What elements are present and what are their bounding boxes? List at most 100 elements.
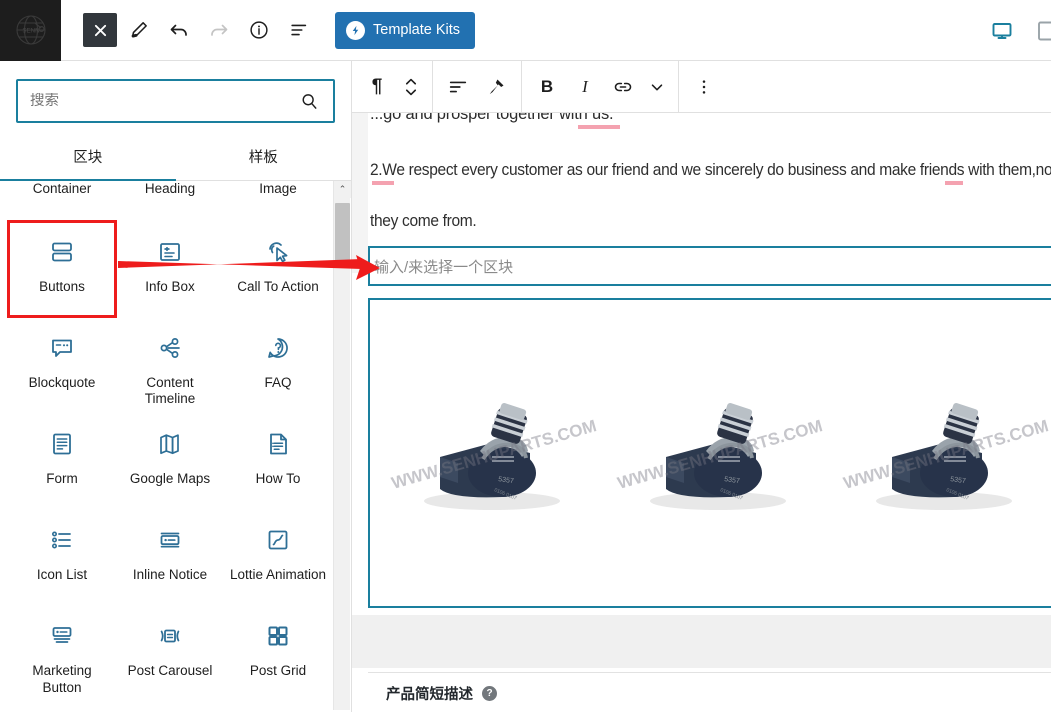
block-item-faq[interactable]: FAQ: [224, 317, 332, 413]
move-up-down-icon: [405, 78, 417, 95]
lightning-bolt-icon: [346, 20, 365, 40]
block-item-post-carousel[interactable]: Post Carousel: [116, 605, 224, 701]
link-icon: [614, 82, 632, 91]
redo-button[interactable]: [201, 12, 237, 48]
image-gallery-block[interactable]: 5357 0106 0107 WWW.SENHUPARTS.COM 5357 0…: [368, 298, 1051, 608]
device-desktop-button[interactable]: [989, 18, 1015, 44]
tpms-sensor-illustration: 5357 0106 0107: [423, 403, 560, 510]
inserter-tabs: 区块 样板: [0, 135, 351, 181]
redo-arrow-icon: [211, 24, 228, 36]
document-outline-icon: [291, 24, 307, 36]
site-logo[interactable]: SENN: [0, 0, 61, 61]
toolbar-group-align: [433, 61, 522, 113]
meta-separator: [352, 615, 1051, 668]
tab-blocks[interactable]: 区块: [0, 135, 176, 181]
paragraph-block-type-button[interactable]: ¶: [358, 68, 396, 106]
block-format-toolbar: ¶ B I: [352, 61, 1051, 113]
toolbar-group-options: [679, 61, 729, 113]
details-button[interactable]: [241, 12, 277, 48]
tab-patterns[interactable]: 样板: [176, 135, 352, 180]
block-label: FAQ: [264, 375, 292, 390]
block-label: Google Maps: [129, 471, 211, 487]
inserter-scrollbar[interactable]: ⌃: [333, 181, 351, 710]
block-item-content-timeline[interactable]: Content Timeline: [116, 317, 224, 413]
list-view-button[interactable]: [281, 12, 317, 48]
scroll-up-arrow-icon[interactable]: ⌃: [334, 181, 351, 198]
faq-icon: [265, 327, 291, 369]
block-item-google-maps[interactable]: Google Maps: [116, 413, 224, 509]
form-icon: [49, 423, 75, 465]
bold-label: B: [540, 76, 554, 96]
block-item-call-to-action[interactable]: Call To Action: [224, 221, 332, 317]
block-label: Heading: [144, 181, 196, 196]
block-item-image[interactable]: Image: [224, 181, 332, 221]
block-item-icon-list[interactable]: Icon List: [8, 509, 116, 605]
post-carousel-icon: [157, 615, 183, 657]
more-formats-button[interactable]: [642, 68, 672, 106]
block-placeholder-text: 输入/来选择一个区块: [374, 258, 514, 276]
block-label: Image: [259, 181, 297, 196]
block-item-container[interactable]: Container: [8, 181, 116, 221]
block-item-heading[interactable]: Heading: [116, 181, 224, 221]
lottie-animation-icon: [265, 519, 291, 561]
toolbar-group-block-type: ¶: [352, 61, 433, 113]
app-root: SENN Template Kits 搜索 区块 样板 Container He…: [0, 0, 1051, 712]
product-image[interactable]: 5357 0106 0107 WWW.SENHUPARTS.COM: [380, 373, 598, 533]
blockquote-icon: [49, 327, 75, 369]
marketing-button-icon: [49, 615, 75, 657]
block-item-buttons[interactable]: Buttons: [7, 220, 117, 318]
info-circle-icon: [250, 21, 268, 39]
undo-button[interactable]: [161, 12, 197, 48]
pencil-icon: [131, 22, 147, 38]
paragraph-2[interactable]: 2.We respect every customer as our frien…: [370, 160, 1051, 180]
paragraph-2-continuation[interactable]: they come from.: [370, 211, 477, 231]
block-placeholder-field[interactable]: 输入/来选择一个区块: [368, 246, 1051, 286]
block-item-how-to[interactable]: How To: [224, 413, 332, 509]
top-toolbar: SENN Template Kits: [0, 0, 1051, 61]
block-label: Post Carousel: [127, 663, 213, 679]
meta-box-short-description[interactable]: 产品简短描述 ?: [368, 672, 1051, 712]
block-label: Post Grid: [249, 663, 307, 679]
how-to-icon: [265, 423, 291, 465]
edit-mode-button[interactable]: [121, 12, 157, 48]
block-label: Blockquote: [28, 375, 96, 390]
search-icon: [300, 92, 333, 111]
search-input[interactable]: [18, 93, 300, 109]
spellcheck-underline: [945, 181, 963, 185]
close-inserter-button[interactable]: [83, 13, 117, 47]
product-image[interactable]: 5357 0106 0107 WWW.SENHUPARTS.COM: [832, 373, 1050, 533]
template-kits-button[interactable]: Template Kits: [335, 11, 476, 49]
paragraph-icon: ¶: [371, 75, 383, 97]
template-kits-label: Template Kits: [373, 22, 461, 38]
align-button[interactable]: [439, 68, 477, 106]
icon-list-icon: [49, 519, 75, 561]
highlight-button[interactable]: [477, 68, 515, 106]
block-options-button[interactable]: [685, 68, 723, 106]
align-left-icon: [449, 81, 467, 92]
block-item-form[interactable]: Form: [8, 413, 116, 509]
block-item-blockquote[interactable]: Blockquote: [8, 317, 116, 413]
italic-label: I: [582, 76, 588, 96]
move-block-button[interactable]: [396, 68, 426, 106]
block-item-post-grid[interactable]: Post Grid: [224, 605, 332, 701]
link-button[interactable]: [604, 68, 642, 106]
block-label: Call To Action: [237, 279, 319, 294]
chevron-down-icon: [651, 83, 663, 90]
scrollbar-thumb[interactable]: [335, 203, 350, 265]
bold-button[interactable]: B: [528, 68, 566, 106]
block-item-inline-notice[interactable]: Inline Notice: [116, 509, 224, 605]
italic-button[interactable]: I: [566, 68, 604, 106]
block-item-info-box[interactable]: Info Box: [116, 221, 224, 317]
product-image[interactable]: 5357 0106 0107 WWW.SENHUPARTS.COM: [606, 373, 824, 533]
block-label: Inline Notice: [132, 567, 208, 583]
help-icon[interactable]: ?: [482, 685, 497, 701]
block-item-marketing-button[interactable]: Marketing Button: [8, 605, 116, 701]
block-item-lottie-animation[interactable]: Lottie Animation: [224, 509, 332, 605]
spellcheck-underline: [372, 181, 394, 185]
search-box[interactable]: [16, 79, 335, 123]
device-preview-group: [989, 0, 1051, 61]
meta-box-title: 产品简短描述: [386, 686, 473, 703]
clipped-paragraph-wrap: ...go and prosper together with us.: [370, 113, 1051, 127]
post-grid-icon: [265, 615, 291, 657]
device-tablet-button[interactable]: [1033, 18, 1051, 44]
